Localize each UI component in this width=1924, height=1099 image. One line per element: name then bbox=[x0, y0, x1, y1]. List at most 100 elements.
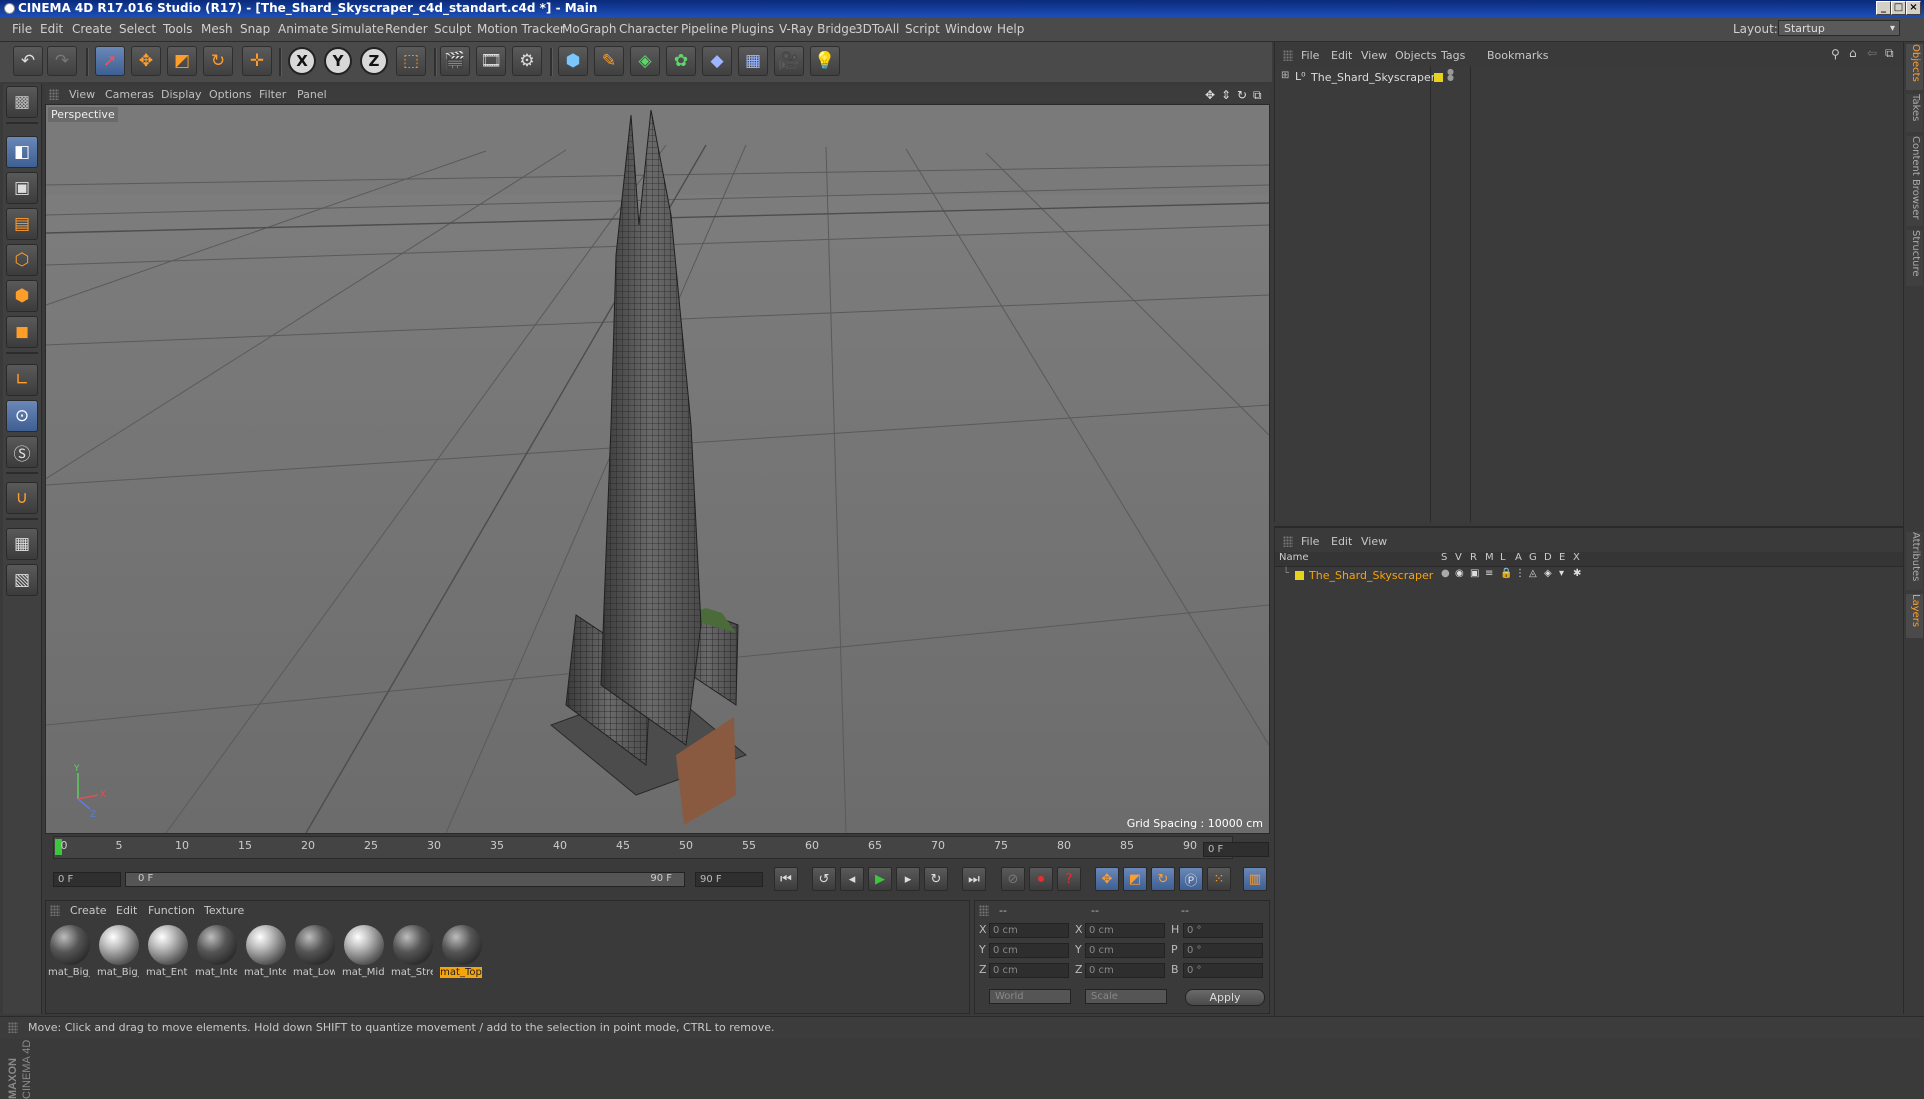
menu-render[interactable]: Render bbox=[385, 22, 428, 36]
go-to-next-key-icon[interactable]: ↻ bbox=[924, 867, 948, 891]
visibility-dots-icon[interactable]: ● ● bbox=[1447, 68, 1454, 82]
panel-grip-icon[interactable] bbox=[49, 89, 59, 100]
vp-menu-cameras[interactable]: Cameras bbox=[105, 88, 154, 101]
y-axis-icon[interactable]: Y bbox=[324, 47, 352, 75]
menu-mesh[interactable]: Mesh bbox=[201, 22, 233, 36]
z-axis-icon[interactable]: Z bbox=[360, 47, 388, 75]
snap-icon[interactable]: Ⓢ bbox=[6, 436, 38, 468]
vp-menu-filter[interactable]: Filter bbox=[259, 88, 286, 101]
vp-toggle-layout-icon[interactable]: ⧉ bbox=[1253, 88, 1262, 103]
material-swatch[interactable]: mat_Big_ bbox=[97, 923, 141, 983]
menu-simulate[interactable]: Simulate bbox=[331, 22, 384, 36]
move-icon[interactable]: ✥ bbox=[131, 46, 161, 76]
texture-mode-icon[interactable]: ▣ bbox=[6, 172, 38, 204]
manager-icon[interactable]: ≡ bbox=[1485, 568, 1493, 579]
apply-button[interactable]: Apply bbox=[1185, 989, 1265, 1006]
column-deformers[interactable]: D bbox=[1544, 552, 1552, 563]
key-pla-icon[interactable]: ⁙ bbox=[1207, 867, 1231, 891]
axis-mode-icon[interactable]: ∟ bbox=[6, 364, 38, 396]
step-back-icon[interactable]: ◂ bbox=[840, 867, 864, 891]
key-scale-icon[interactable]: ◩ bbox=[1123, 867, 1147, 891]
menu-help[interactable]: Help bbox=[997, 22, 1024, 36]
step-forward-icon[interactable]: ▸ bbox=[896, 867, 920, 891]
x-axis-icon[interactable]: X bbox=[288, 47, 316, 75]
vp-nav-move-icon[interactable]: ✥ bbox=[1205, 88, 1215, 102]
cube-primitive-icon[interactable]: ⬢ bbox=[558, 46, 588, 76]
panel-grip-icon[interactable] bbox=[1283, 50, 1293, 61]
live-selection-icon[interactable]: ➚ bbox=[95, 46, 125, 76]
view-eye-icon[interactable]: ◉ bbox=[1455, 568, 1464, 579]
layout-select[interactable]: Startup bbox=[1778, 20, 1900, 36]
edges-mode-icon[interactable]: ⬢ bbox=[6, 280, 38, 312]
panel-grip-icon[interactable] bbox=[50, 905, 60, 916]
column-generators[interactable]: G bbox=[1529, 552, 1537, 563]
column-manager[interactable]: M bbox=[1485, 552, 1494, 563]
rotation-b-field[interactable]: 0 ° bbox=[1183, 963, 1263, 978]
mat-menu-create[interactable]: Create bbox=[70, 904, 107, 917]
menu-tools[interactable]: Tools bbox=[163, 22, 193, 36]
expand-icon[interactable]: ⊞ bbox=[1281, 70, 1289, 81]
render-settings-icon[interactable]: ⚙ bbox=[512, 46, 542, 76]
om-menu-file[interactable]: File bbox=[1301, 49, 1319, 62]
solo-icon[interactable]: ● bbox=[1441, 568, 1450, 579]
material-swatch[interactable]: mat_Entr bbox=[146, 923, 190, 983]
om-menu-view[interactable]: View bbox=[1361, 49, 1387, 62]
tab-attributes[interactable]: Attributes bbox=[1906, 532, 1923, 590]
lm-menu-edit[interactable]: Edit bbox=[1331, 535, 1352, 548]
column-view[interactable]: V bbox=[1455, 552, 1462, 563]
close-icon[interactable]: × bbox=[1906, 1, 1921, 15]
recent-tool-icon[interactable]: ✛ bbox=[242, 46, 272, 76]
column-animation[interactable]: A bbox=[1515, 552, 1522, 563]
workplane-icon[interactable]: ▤ bbox=[6, 208, 38, 240]
polygons-mode-icon[interactable]: ◼ bbox=[6, 316, 38, 348]
rotation-h-field[interactable]: 0 ° bbox=[1183, 923, 1263, 938]
vp-menu-panel[interactable]: Panel bbox=[297, 88, 327, 101]
tweak-mode-icon[interactable]: ⊙ bbox=[6, 400, 38, 432]
position-y-field[interactable]: 0 cm bbox=[989, 943, 1069, 958]
points-mode-icon[interactable]: ⬡ bbox=[6, 244, 38, 276]
menu-create[interactable]: Create bbox=[72, 22, 112, 36]
column-name[interactable]: Name bbox=[1279, 552, 1309, 563]
viewport-camera-label[interactable]: Perspective bbox=[48, 107, 118, 122]
lm-menu-file[interactable]: File bbox=[1301, 535, 1319, 548]
key-position-icon[interactable]: ✥ bbox=[1095, 867, 1119, 891]
coordinate-system-select[interactable]: World bbox=[989, 989, 1071, 1004]
vp-nav-zoom-icon[interactable]: ⇕ bbox=[1221, 88, 1231, 102]
rotate-icon[interactable]: ↻ bbox=[203, 46, 233, 76]
menu-character[interactable]: Character bbox=[619, 22, 678, 36]
record-keys-disabled-icon[interactable]: ⊘ bbox=[1001, 867, 1025, 891]
go-to-end-icon[interactable]: ⏭ bbox=[962, 867, 986, 891]
timeline-window-icon[interactable]: ▥ bbox=[1243, 867, 1267, 891]
render-icon[interactable]: ▣ bbox=[1470, 568, 1479, 579]
range-slider[interactable]: 0 F 90 F bbox=[125, 872, 685, 887]
lock-icon[interactable]: 🔒 bbox=[1500, 568, 1512, 579]
play-icon[interactable]: ▶ bbox=[868, 867, 892, 891]
layer-name[interactable]: The_Shard_Skyscraper bbox=[1309, 569, 1433, 582]
deformers-icon[interactable]: ◈ bbox=[1544, 568, 1552, 579]
scale-icon[interactable]: ◩ bbox=[167, 46, 197, 76]
mat-menu-function[interactable]: Function bbox=[148, 904, 195, 917]
menu-animate[interactable]: Animate bbox=[278, 22, 328, 36]
make-editable-icon[interactable]: ▩ bbox=[6, 86, 38, 118]
tab-takes[interactable]: Takes bbox=[1906, 94, 1923, 132]
animation-icon[interactable]: ⋮ bbox=[1515, 568, 1525, 579]
menu-select[interactable]: Select bbox=[119, 22, 156, 36]
mat-menu-texture[interactable]: Texture bbox=[204, 904, 244, 917]
menu-mograph[interactable]: MoGraph bbox=[562, 22, 617, 36]
size-y-field[interactable]: 0 cm bbox=[1085, 943, 1165, 958]
keyframe-selection-icon[interactable]: ? bbox=[1057, 867, 1081, 891]
tab-content-browser[interactable]: Content Browser bbox=[1906, 136, 1923, 226]
vp-menu-view[interactable]: View bbox=[69, 88, 95, 101]
shard-skyscraper-model[interactable] bbox=[550, 109, 747, 825]
timeline-track[interactable] bbox=[53, 836, 1233, 859]
menu-vray-bridge[interactable]: V-Ray Bridge bbox=[779, 22, 856, 36]
layer-color-icon[interactable] bbox=[1434, 73, 1443, 82]
expressions-icon[interactable]: ▾ bbox=[1559, 568, 1564, 579]
redo-icon[interactable]: ↷ bbox=[47, 46, 77, 76]
mat-menu-edit[interactable]: Edit bbox=[116, 904, 137, 917]
deformer-icon[interactable]: ◆ bbox=[702, 46, 732, 76]
position-z-field[interactable]: 0 cm bbox=[989, 963, 1069, 978]
tab-structure[interactable]: Structure bbox=[1906, 230, 1923, 286]
material-swatch[interactable]: mat_Low bbox=[293, 923, 337, 983]
planar-workplane-icon[interactable]: ▧ bbox=[6, 564, 38, 596]
